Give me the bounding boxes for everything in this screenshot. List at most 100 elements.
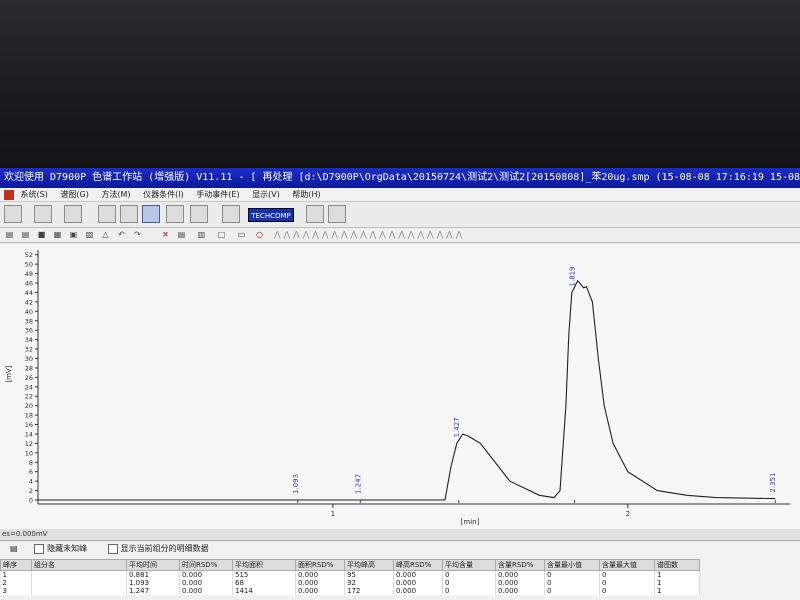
table-cell: 0 — [544, 570, 600, 579]
panel-icon[interactable]: ▤ — [10, 544, 18, 553]
menu-method[interactable]: 方法(M) — [101, 188, 130, 201]
column-header[interactable]: 平均时间 — [126, 559, 180, 571]
column-header[interactable]: 峰高RSD% — [393, 559, 443, 571]
table-cell: 0.000 — [495, 587, 545, 595]
acquire-icon[interactable] — [4, 205, 22, 223]
column-header[interactable]: 含量最小值 — [544, 559, 600, 571]
peak-label: 2.351 — [769, 473, 777, 493]
results-panel: ▤ 隐藏未知峰 显示当前组分的明细数据 峰序 组分名 平均时间 时间RSD% 平均面积面… — [0, 540, 800, 600]
title-bar: 欢迎使用 D7900P 色谱工作站 (增强版) V11.11 - [ 再处理 [… — [0, 168, 800, 188]
x-tick-label: 1 — [331, 510, 335, 518]
y-tick-label: 14 — [25, 430, 33, 438]
baseline-icon[interactable] — [120, 205, 138, 223]
rectangle-icon[interactable]: □ — [216, 229, 227, 240]
table-cell: 0.000 — [295, 570, 345, 579]
table-row[interactable]: 2 1.093 0.000 68 0.000 32 0.000 0 0.000 0 0 1 — [0, 579, 700, 587]
table-cell: 0 — [442, 570, 496, 579]
y-tick-label: 28 — [25, 364, 33, 372]
techcomp-logo: TECHCOMP — [248, 208, 294, 222]
table-icon[interactable]: ▥ — [196, 229, 207, 240]
open-folder-icon[interactable] — [166, 205, 184, 223]
report-icon[interactable] — [64, 205, 82, 223]
status-bar: es=0.000mV — [0, 529, 800, 539]
column-header[interactable]: 含量RSD% — [495, 559, 545, 571]
menu-instrument-conditions[interactable]: 仪器条件(I) — [143, 188, 184, 201]
table-cell: 1.247 — [126, 587, 180, 595]
peak-label: 1.247 — [354, 474, 362, 494]
results-controls: ▤ 隐藏未知峰 显示当前组分的明细数据 — [0, 541, 800, 557]
column-header[interactable]: 含量最大值 — [599, 559, 655, 571]
table-row[interactable]: 3 1.247 0.000 1414 0.000 172 0.000 0 0.000 0 0 1 — [0, 587, 700, 595]
table-cell: 0 — [599, 570, 655, 579]
y-tick-label: 18 — [25, 412, 33, 420]
menu-system[interactable]: 系统(S) — [21, 188, 48, 201]
table-cell: 0.000 — [495, 570, 545, 579]
menu-chromatogram[interactable]: 谱图(G) — [60, 188, 88, 201]
circle-icon[interactable]: ○ — [254, 229, 265, 240]
hide-unknown-checkbox[interactable]: 隐藏未知峰 — [34, 543, 87, 554]
y-tick-label: 4 — [29, 478, 33, 486]
table-cell: 0.881 — [126, 570, 180, 579]
frame-icon[interactable]: ▭ — [236, 229, 247, 240]
column-header[interactable]: 平均面积 — [232, 559, 296, 571]
column-header[interactable]: 平均峰高 — [344, 559, 394, 571]
table-cell: 1 — [0, 570, 32, 579]
copy-icon[interactable]: ▧ — [84, 229, 95, 240]
delete-icon[interactable]: ✕ — [160, 229, 171, 240]
table-row[interactable]: 1 0.881 0.000 515 0.000 95 0.000 0 0.000 0 0 1 — [0, 570, 700, 579]
save-icon[interactable]: ■ — [36, 229, 47, 240]
print-icon[interactable] — [328, 205, 346, 223]
y-tick-label: 32 — [25, 346, 33, 354]
triangle-icon[interactable]: △ — [100, 229, 111, 240]
chart-icon[interactable] — [98, 205, 116, 223]
column-header[interactable]: 平均含量 — [442, 559, 496, 571]
column-header[interactable]: 时间RSD% — [179, 559, 233, 571]
y-tick-label: 42 — [25, 298, 33, 306]
edit-icon[interactable]: ▤ — [176, 229, 187, 240]
app-icon[interactable] — [4, 189, 14, 200]
y-tick-label: 24 — [25, 383, 33, 391]
y-tick-label: 44 — [25, 289, 33, 297]
calibrate-icon[interactable] — [190, 205, 208, 223]
y-tick-label: 6 — [29, 468, 33, 476]
column-header[interactable]: 峰序 — [0, 559, 32, 571]
status-left-text: es=0.000mV — [2, 530, 48, 538]
run-person-icon[interactable] — [222, 205, 240, 223]
column-header[interactable]: 面积RSD% — [295, 559, 345, 571]
table-cell: 1.093 — [126, 579, 180, 587]
column-header[interactable]: 谱图数 — [654, 559, 700, 571]
printer-icon[interactable]: ▣ — [68, 229, 79, 240]
menu-bar: 系统(S) 谱图(G) 方法(M) 仪器条件(I) 手动事件(E) 显示(V) … — [0, 188, 800, 202]
y-tick-label: 48 — [25, 270, 33, 278]
table-cell: 0.000 — [495, 579, 545, 587]
column-header[interactable]: 组分名 — [31, 559, 127, 571]
show-details-checkbox[interactable]: 显示当前组分的明细数据 — [107, 543, 209, 554]
undo-icon[interactable]: ↶ — [116, 229, 127, 240]
table-cell: 32 — [344, 579, 394, 587]
table-cell: 0.000 — [179, 587, 233, 595]
open2-icon[interactable]: ▤ — [20, 229, 31, 240]
report2-icon[interactable]: ▦ — [52, 229, 63, 240]
results-table: 峰序 组分名 平均时间 时间RSD% 平均面积 面积RSD% 平均峰高 峰高RSD% 平均含量含… — [0, 559, 700, 595]
table-cell — [31, 587, 127, 595]
menu-view[interactable]: 显示(V) — [252, 188, 280, 201]
monitor-bezel — [0, 0, 800, 168]
table-cell: 0 — [544, 587, 600, 595]
zoom-icon[interactable] — [306, 205, 324, 223]
table-cell: 0.000 — [295, 579, 345, 587]
y-tick-label: 52 — [25, 251, 33, 259]
chromatogram-trace — [38, 279, 776, 501]
y-tick-label: 40 — [25, 308, 33, 316]
peak-label: 1.427 — [453, 417, 461, 437]
table-cell: 0.000 — [393, 570, 443, 579]
integrate-icon[interactable] — [142, 205, 160, 223]
open-icon[interactable]: ▤ — [4, 229, 15, 240]
menu-help[interactable]: 帮助(H) — [292, 188, 320, 201]
y-tick-label: 20 — [25, 402, 33, 410]
process-icon[interactable] — [34, 205, 52, 223]
table-cell: 3 — [0, 587, 32, 595]
menu-manual-events[interactable]: 手动事件(E) — [196, 188, 239, 201]
integration-events-icon-group[interactable]: ⋀⋀⋀⋀⋀⋀⋀⋀⋀⋀⋀⋀⋀⋀⋀⋀⋀⋀⋀⋀ — [274, 229, 524, 240]
redo-icon[interactable]: ↷ — [132, 229, 143, 240]
y-tick-label: 16 — [25, 421, 33, 429]
